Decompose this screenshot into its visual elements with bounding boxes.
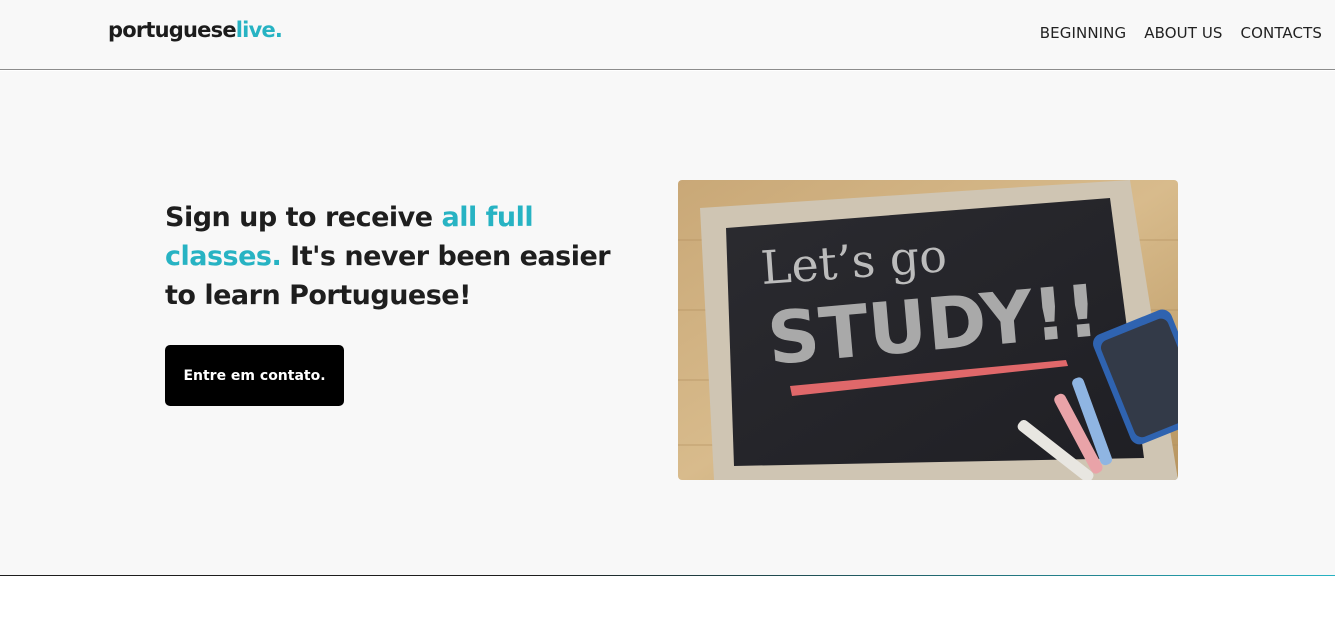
contact-button[interactable]: Entre em contato.: [165, 345, 344, 406]
chalkboard-illustration: Let’s go STUDY!!: [678, 180, 1178, 480]
site-header: portugueselive. BEGINNING ABOUT US CONTA…: [0, 0, 1335, 70]
main-nav: BEGINNING ABOUT US CONTACTS: [1040, 24, 1322, 42]
nav-link-beginning[interactable]: BEGINNING: [1040, 24, 1126, 42]
nav-link-contacts[interactable]: CONTACTS: [1241, 24, 1322, 42]
hero-image: Let’s go STUDY!!: [678, 180, 1178, 480]
hero-section: Sign up to receive all full classes. It'…: [0, 71, 1335, 575]
nav-link-about-us[interactable]: ABOUT US: [1144, 24, 1222, 42]
section-divider: [0, 575, 1335, 576]
hero-title: Sign up to receive all full classes. It'…: [165, 198, 645, 315]
hero-title-part1: Sign up to receive: [165, 202, 442, 233]
logo-main-text: portuguese: [108, 18, 237, 42]
logo-accent-text: live.: [235, 18, 283, 42]
site-logo[interactable]: portugueselive.: [108, 18, 283, 42]
